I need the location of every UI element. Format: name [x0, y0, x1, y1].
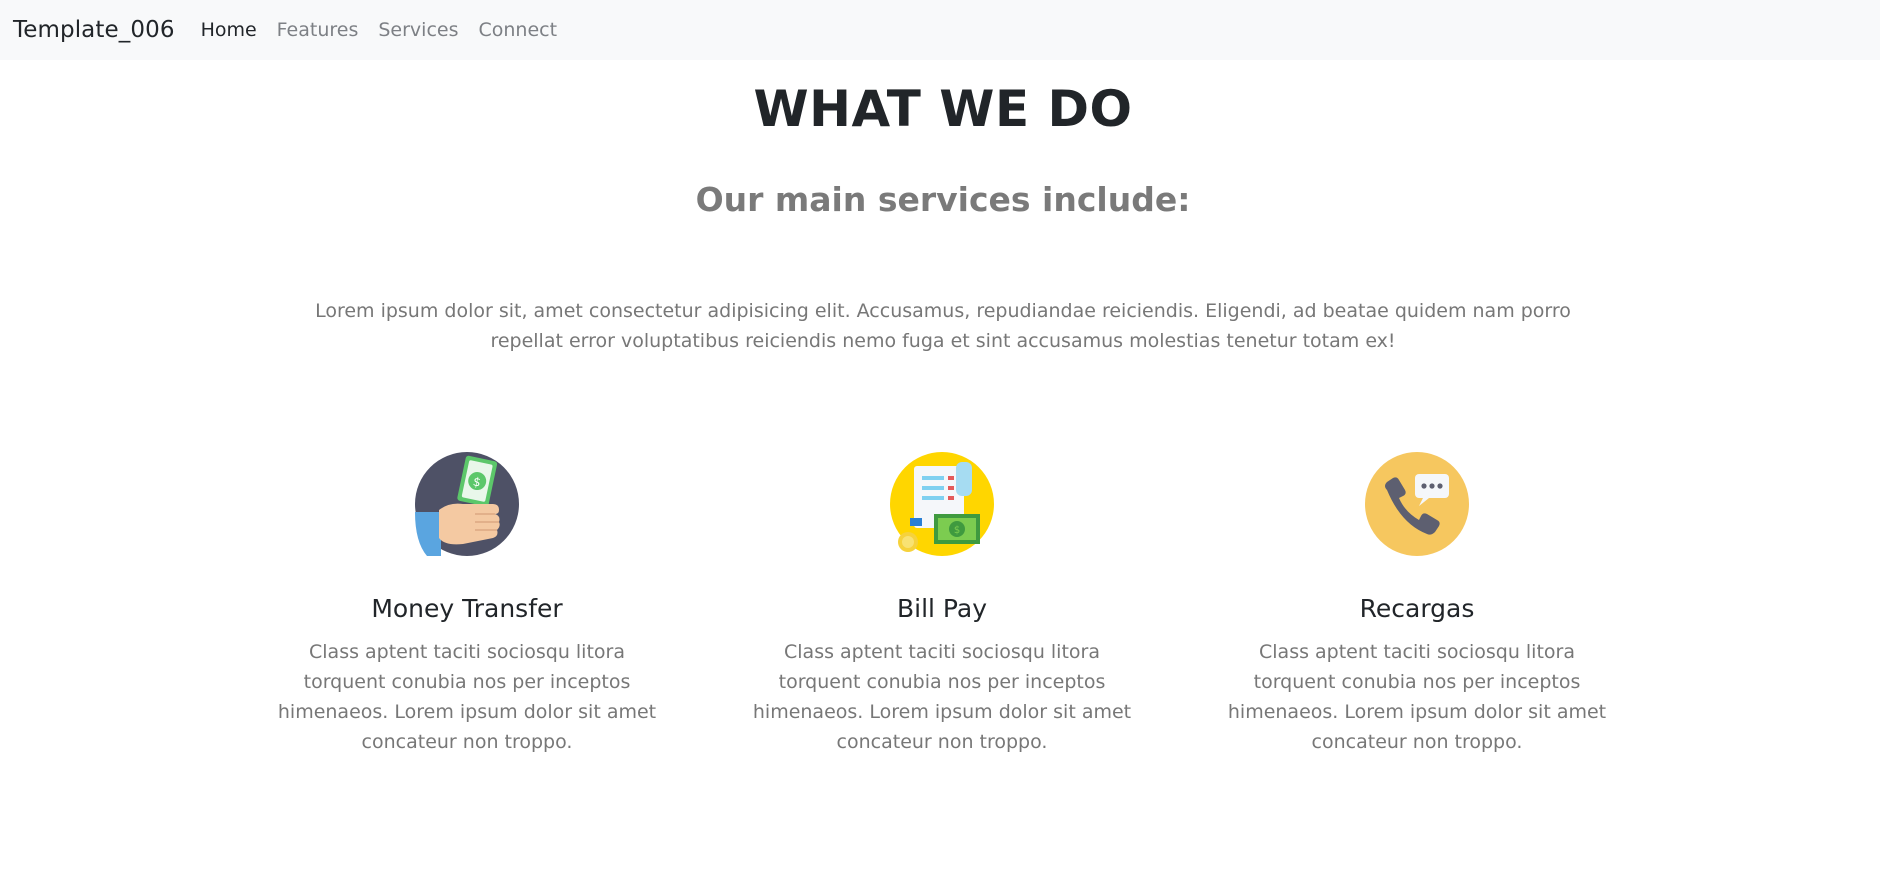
phone-chat-icon	[1365, 452, 1469, 556]
service-card-recargas: Recargas Class aptent taciti sociosqu li…	[1217, 452, 1617, 757]
nav-link-connect[interactable]: Connect	[479, 19, 558, 41]
service-title: Recargas	[1359, 594, 1475, 623]
service-card-bill-pay: $ Bill Pay Class aptent taciti sociosqu …	[742, 452, 1142, 757]
navbar: Template_006 Home Features Services Conn…	[0, 0, 1880, 60]
page-subtitle: Our main services include:	[695, 180, 1191, 219]
bill-pay-icon: $	[890, 452, 994, 556]
service-card-money-transfer: $ Money Transfer Class aptent taciti soc…	[267, 452, 667, 757]
service-title: Money Transfer	[371, 594, 563, 623]
money-transfer-icon: $	[415, 452, 519, 556]
brand-link[interactable]: Template_006	[13, 17, 175, 43]
service-description: Class aptent taciti sociosqu litora torq…	[1227, 641, 1607, 753]
nav-link-services[interactable]: Services	[378, 19, 458, 41]
service-description: Class aptent taciti sociosqu litora torq…	[752, 641, 1132, 753]
service-description: Class aptent taciti sociosqu litora torq…	[277, 641, 657, 753]
intro-paragraph: Lorem ipsum dolor sit, amet consectetur …	[315, 300, 1571, 352]
nav-link-features[interactable]: Features	[277, 19, 359, 41]
svg-text:$: $	[954, 525, 960, 536]
service-title: Bill Pay	[896, 594, 987, 623]
nav-link-home[interactable]: Home	[201, 19, 257, 41]
page-title: WHAT WE DO	[753, 80, 1133, 138]
